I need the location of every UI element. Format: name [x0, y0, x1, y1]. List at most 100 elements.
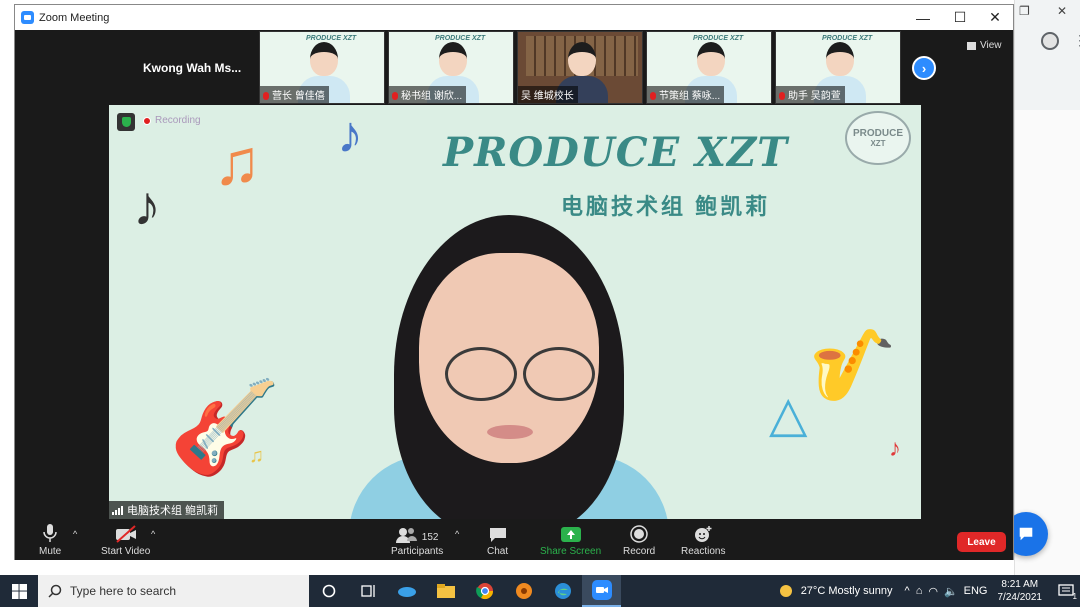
- gallery-host-tile[interactable]: Kwong Wah Ms...: [127, 30, 257, 106]
- grid-icon: [967, 41, 976, 50]
- browser-toolbar: ❐ ✕ ⋮: [1014, 0, 1080, 110]
- recording-indicator: Recording: [143, 115, 201, 126]
- weather-text[interactable]: 27°C Mostly sunny: [801, 585, 893, 597]
- taskbar-app[interactable]: [465, 575, 504, 607]
- windows-logo-icon: [11, 583, 27, 599]
- view-button[interactable]: View: [967, 40, 1002, 51]
- music-note-icon: ♪: [889, 435, 901, 462]
- music-note-icon: ♪: [133, 174, 161, 237]
- participant-face: [697, 42, 725, 76]
- restore-icon[interactable]: ❐: [1019, 4, 1030, 18]
- participants-count: 152: [421, 532, 439, 543]
- video-off-icon: [115, 525, 136, 543]
- meeting-stage: Kwong Wah Ms... PRODUCE XZT 营长 曾佳僖 PRODU…: [15, 30, 1013, 560]
- participant-tile[interactable]: 吴 维城校长: [517, 31, 643, 104]
- chat-bubble-icon: [1019, 527, 1033, 541]
- taskbar-app[interactable]: [504, 575, 543, 607]
- speaker-name-label: 电脑技术组 鲍凯莉: [109, 501, 225, 519]
- security-shield-icon[interactable]: [117, 113, 135, 131]
- orange-app-icon: [515, 583, 532, 599]
- participant-name: 秘书组 谢欣...: [389, 86, 467, 103]
- notifications-button[interactable]: 1: [1052, 575, 1080, 607]
- chat-icon: [489, 528, 506, 542]
- taskbar-search-box[interactable]: Type here to search: [38, 575, 309, 607]
- title-bar: Zoom Meeting — ☐ ✕: [15, 5, 1013, 30]
- mute-options-caret-icon[interactable]: ^: [73, 529, 77, 539]
- guitar-illustration-icon: 🎸: [169, 378, 282, 478]
- participant-face: [826, 42, 854, 76]
- zoom-logo-icon: [21, 11, 34, 24]
- show-hidden-icons-chevron-icon[interactable]: ^: [905, 585, 910, 597]
- participant-name: 营长 曾佳僖: [260, 86, 329, 103]
- taskbar-app[interactable]: [543, 575, 582, 607]
- cortana-button[interactable]: [309, 575, 348, 607]
- file-explorer-icon: [436, 584, 455, 598]
- maximize-button[interactable]: ☐: [942, 5, 978, 30]
- language-indicator[interactable]: ENG: [964, 585, 988, 597]
- share-screen-icon: [560, 527, 581, 542]
- more-menu-icon[interactable]: ⋮: [1073, 32, 1080, 49]
- window-title: Zoom Meeting: [39, 11, 110, 24]
- record-icon: [630, 525, 648, 543]
- signal-bars-icon: [112, 505, 123, 515]
- search-icon: [48, 584, 62, 598]
- edge-icon: [554, 583, 571, 599]
- task-view-button[interactable]: [348, 575, 387, 607]
- participants-options-caret-icon[interactable]: ^: [455, 529, 459, 539]
- reactions-button[interactable]: Reactions: [681, 519, 725, 557]
- participant-face: [568, 42, 596, 76]
- clock-time: 8:21 AM: [1001, 579, 1039, 590]
- meeting-toolbar: Mute ^ Start Video ^ 152 Participants ^ …: [15, 519, 1013, 560]
- start-video-button[interactable]: Start Video: [101, 519, 150, 557]
- volume-icon[interactable]: 🔈: [944, 585, 958, 598]
- participants-icon: [395, 528, 417, 543]
- muted-mic-icon: [392, 92, 398, 100]
- background-headline: PRODUCE XZT: [443, 129, 788, 176]
- weather-sun-icon: [779, 585, 792, 597]
- glasses-right: [523, 347, 595, 401]
- participant-name: 吴 维城校长: [518, 86, 578, 103]
- chrome-icon: [475, 583, 493, 600]
- music-note-icon: ♪: [337, 106, 363, 164]
- system-tray: 27°C Mostly sunny ^ ⌂ ◠ 🔈 ENG 8:21 AM 7/…: [777, 575, 1080, 607]
- music-note-icon: ♫: [213, 126, 261, 198]
- video-options-caret-icon[interactable]: ^: [151, 529, 155, 539]
- chat-button[interactable]: Chat: [487, 519, 508, 557]
- taskbar-app-zoom[interactable]: [582, 575, 621, 607]
- browser-page-area: [1014, 110, 1080, 575]
- recording-label: Recording: [155, 115, 201, 126]
- start-button[interactable]: [0, 575, 38, 607]
- tile-banner: PRODUCE XZT: [693, 35, 744, 42]
- next-page-button[interactable]: ›: [912, 56, 936, 80]
- wifi-icon[interactable]: ◠: [928, 585, 938, 598]
- participant-tile[interactable]: PRODUCE XZT 助手 吴韵萱: [775, 31, 901, 104]
- close-icon[interactable]: ✕: [1057, 4, 1067, 18]
- close-button[interactable]: ✕: [977, 5, 1013, 30]
- profile-avatar-icon[interactable]: [1041, 32, 1059, 50]
- produce-xzt-logo: PRODUCE XZT: [845, 111, 911, 165]
- chevron-right-icon: ›: [921, 60, 927, 76]
- participant-tile[interactable]: PRODUCE XZT 营长 曾佳僖: [259, 31, 385, 104]
- notification-count: 1: [1072, 592, 1077, 601]
- glasses-left: [445, 347, 517, 401]
- taskbar-app[interactable]: [387, 575, 426, 607]
- participant-tile[interactable]: PRODUCE XZT 节策组 蔡咏...: [646, 31, 772, 104]
- record-button[interactable]: Record: [623, 519, 655, 557]
- participants-button[interactable]: 152 Participants: [391, 519, 443, 557]
- cloud-app-icon: [397, 587, 416, 597]
- mute-button[interactable]: Mute: [39, 519, 61, 557]
- muted-mic-icon: [650, 92, 656, 100]
- leave-button[interactable]: Leave: [957, 532, 1006, 552]
- microphone-icon: [43, 524, 57, 542]
- zoom-window: Zoom Meeting — ☐ ✕ Kwong Wah Ms... PRODU…: [14, 4, 1014, 560]
- share-screen-button[interactable]: Share Screen: [540, 519, 601, 557]
- saxophone-illustration-icon: 🎷: [809, 326, 897, 404]
- host-name: Kwong Wah Ms...: [143, 61, 242, 75]
- network-icon[interactable]: ⌂: [916, 585, 923, 597]
- participant-tile[interactable]: PRODUCE XZT 秘书组 谢欣...: [388, 31, 514, 104]
- taskbar-app[interactable]: [426, 575, 465, 607]
- minimize-button[interactable]: —: [905, 5, 941, 30]
- active-speaker-video[interactable]: Recording PRODUCE XZT 电脑技术组 鲍凯莉 PRODUCE …: [109, 105, 921, 519]
- clock[interactable]: 8:21 AM 7/24/2021: [998, 578, 1043, 604]
- background-subline: 电脑技术组 鲍凯莉: [561, 194, 771, 219]
